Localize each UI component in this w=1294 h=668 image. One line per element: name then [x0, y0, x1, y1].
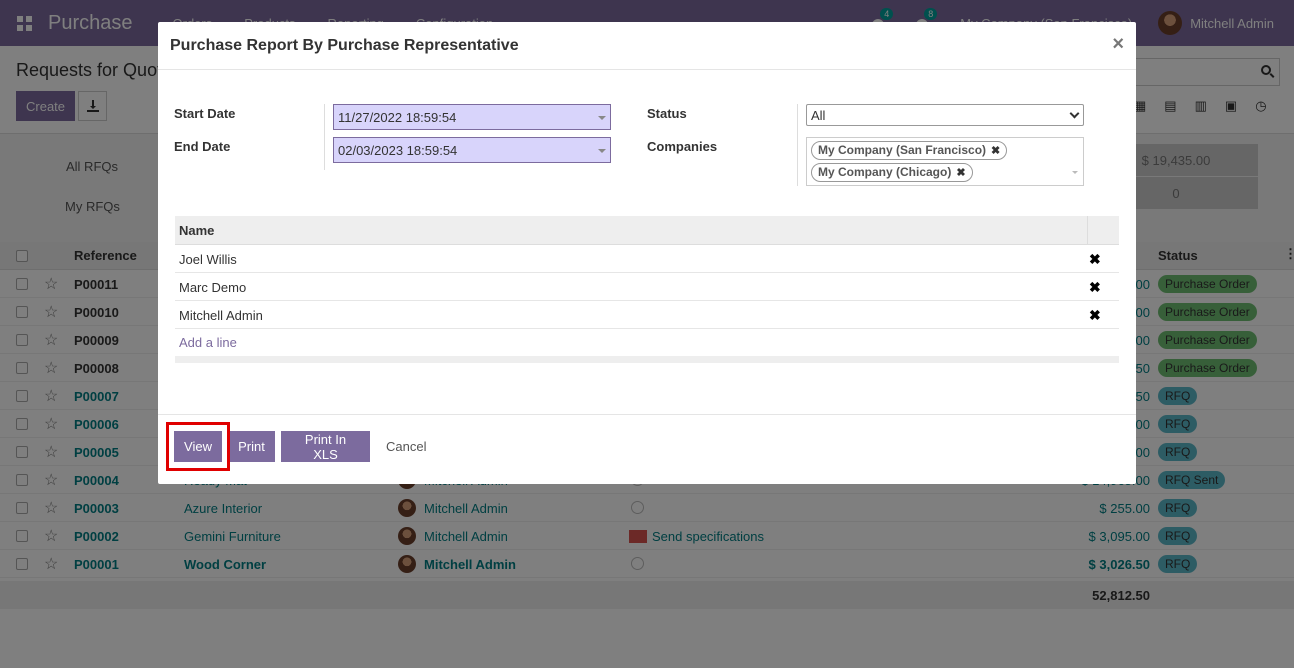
company-tag-label: My Company (Chicago)	[818, 165, 952, 179]
representative-name: Joel Willis	[179, 252, 237, 267]
start-date-label: Start Date	[174, 106, 236, 121]
remove-tag-icon[interactable]: ✖	[991, 145, 1000, 157]
table-row[interactable]: Marc Demo ✖	[175, 273, 1119, 301]
print-xls-button[interactable]: Print In XLS	[281, 431, 370, 462]
start-date-input[interactable]: 11/27/2022 18:59:54	[333, 104, 611, 130]
end-date-caret-icon[interactable]	[598, 149, 606, 153]
header-name[interactable]: Name	[179, 223, 214, 238]
dialog-title: Purchase Report By Purchase Representati…	[170, 37, 519, 54]
dialog-footer: View Print Print In XLS Cancel	[158, 414, 1136, 484]
end-date-value: 02/03/2023 18:59:54	[338, 143, 458, 158]
field-separator	[324, 104, 325, 170]
status-label: Status	[647, 106, 687, 121]
delete-row-icon[interactable]: ✖	[1089, 279, 1101, 296]
companies-label: Companies	[647, 139, 718, 154]
table-row[interactable]: Joel Willis ✖	[175, 245, 1119, 273]
status-select-value: All	[811, 108, 826, 123]
representative-name: Mitchell Admin	[179, 308, 263, 323]
add-line-link[interactable]: Add a line	[179, 335, 237, 350]
remove-tag-icon[interactable]: ✖	[956, 167, 965, 179]
company-tag-label: My Company (San Francisco)	[818, 143, 987, 157]
companies-tags-input[interactable]: My Company (San Francisco) ✖ My Company (…	[806, 137, 1084, 186]
status-select[interactable]: All	[806, 104, 1084, 126]
dialog-header: Purchase Report By Purchase Representati…	[158, 22, 1136, 70]
table-row[interactable]: Mitchell Admin ✖	[175, 301, 1119, 329]
close-icon[interactable]: ×	[1112, 33, 1124, 56]
add-line-row: Add a line	[175, 329, 1119, 356]
companies-dropdown-caret-icon[interactable]	[1072, 171, 1078, 174]
table-footer	[175, 356, 1119, 363]
representatives-table-header: Name	[175, 216, 1119, 245]
start-date-caret-icon[interactable]	[598, 116, 606, 120]
cancel-button[interactable]: Cancel	[386, 439, 426, 454]
chevron-down-icon	[1069, 108, 1080, 119]
company-tag: My Company (Chicago) ✖	[811, 163, 973, 182]
company-tag: My Company (San Francisco) ✖	[811, 141, 1008, 160]
print-button[interactable]: Print	[228, 431, 275, 462]
representatives-table: Name Joel Willis ✖ Marc Demo ✖ Mitchell …	[175, 216, 1119, 363]
delete-row-icon[interactable]: ✖	[1089, 307, 1101, 324]
representative-name: Marc Demo	[179, 280, 247, 295]
field-separator-right	[797, 104, 798, 186]
start-date-value: 11/27/2022 18:59:54	[338, 110, 457, 125]
end-date-input[interactable]: 02/03/2023 18:59:54	[333, 137, 611, 163]
report-dialog: Purchase Report By Purchase Representati…	[158, 22, 1136, 484]
view-button[interactable]: View	[174, 431, 222, 462]
end-date-label: End Date	[174, 139, 231, 154]
delete-row-icon[interactable]: ✖	[1089, 251, 1101, 268]
